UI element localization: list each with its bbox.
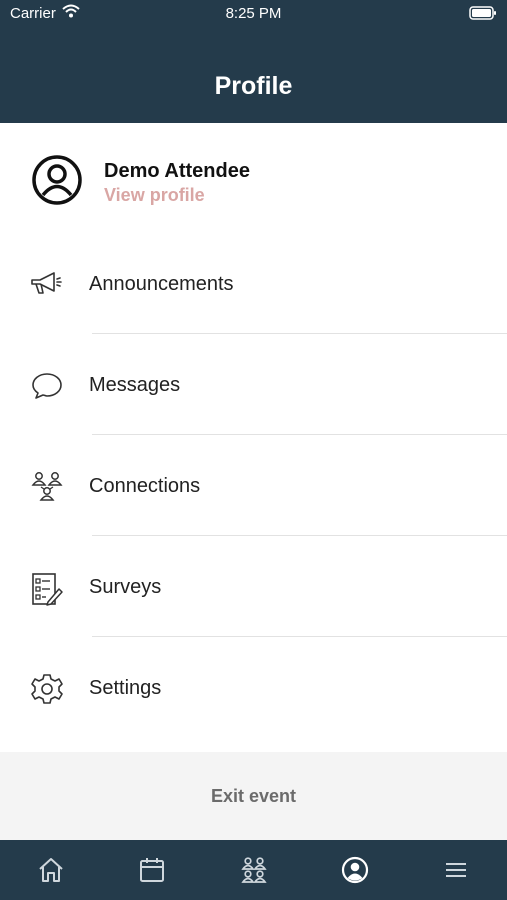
user-circle-icon <box>31 154 83 211</box>
profile-name: Demo Attendee <box>104 160 250 182</box>
tab-bar <box>0 840 507 900</box>
gear-icon <box>30 673 64 704</box>
menu-item-label: Connections <box>89 475 201 497</box>
tab-more[interactable] <box>406 840 507 900</box>
status-time: 8:25 PM <box>225 5 282 22</box>
chat-bubble-icon <box>30 370 64 400</box>
calendar-icon <box>140 858 165 882</box>
tab-profile[interactable] <box>304 840 405 900</box>
menu-item-label: Announcements <box>89 273 234 295</box>
profile-icon <box>341 856 369 884</box>
tab-schedule[interactable] <box>101 840 202 900</box>
exit-event-area: Exit event <box>0 752 507 840</box>
battery-icon <box>469 6 497 24</box>
menu-item-label: Surveys <box>89 576 162 598</box>
people-network-icon <box>30 471 64 501</box>
menu-item-label: Settings <box>89 677 162 699</box>
header-bar: Carrier 8:25 PM Profile <box>0 0 507 123</box>
menu-item-messages[interactable]: Messages <box>0 334 507 435</box>
status-bar: Carrier 8:25 PM <box>0 0 507 28</box>
menu-item-settings[interactable]: Settings <box>0 637 507 738</box>
menu-item-announcements[interactable]: Announcements <box>0 233 507 334</box>
profile-summary[interactable]: Demo Attendee View profile <box>0 123 507 233</box>
menu-icon <box>446 863 467 877</box>
survey-checklist-icon <box>30 572 64 606</box>
menu-item-connections[interactable]: Connections <box>0 435 507 536</box>
home-icon <box>39 858 63 882</box>
menu-item-surveys[interactable]: Surveys <box>0 536 507 637</box>
tab-home[interactable] <box>0 840 101 900</box>
tab-attendees[interactable] <box>203 840 304 900</box>
exit-event-button[interactable]: Exit event <box>0 786 507 807</box>
megaphone-icon <box>30 269 64 299</box>
attendees-icon <box>240 857 267 883</box>
page-title: Profile <box>214 72 293 100</box>
menu-item-label: Messages <box>89 374 181 396</box>
profile-menu: Announcements Messages Connections Surve… <box>0 233 507 738</box>
view-profile-link[interactable]: View profile <box>104 185 205 206</box>
